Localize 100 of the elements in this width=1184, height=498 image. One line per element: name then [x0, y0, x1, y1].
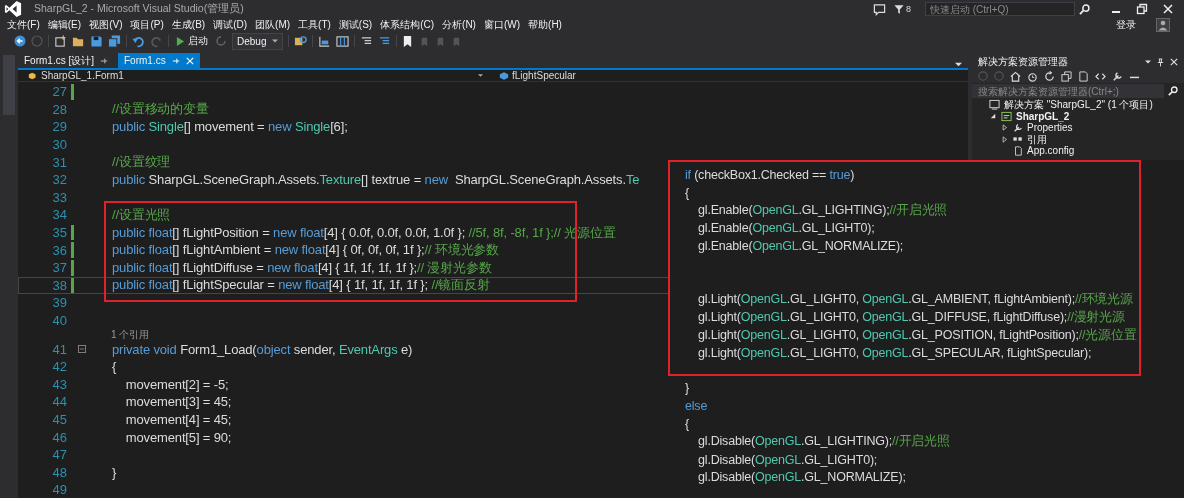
tree-item[interactable]: Properties [1027, 122, 1073, 134]
code-line: gl.Disable(OpenGL.GL_LIGHT0); [697, 452, 878, 467]
window-title: SharpGL_2 - Microsoft Visual Studio(管理员) [34, 2, 244, 16]
tree-item[interactable]: App.config [1027, 145, 1075, 157]
menu-item[interactable]: 测试(S) [338, 18, 373, 32]
sign-in-link[interactable]: 登录 [1116, 18, 1136, 32]
menu-item[interactable]: 工具(T) [298, 18, 331, 32]
code-line: public Single[] movement = new Single[6]; [112, 119, 348, 135]
start-button[interactable]: 启动 [174, 34, 210, 48]
menu-item[interactable]: 文件(F) [7, 18, 40, 32]
code-line: else [685, 399, 708, 414]
line-number: 40 [51, 313, 67, 328]
menu-item[interactable]: 项目(P) [130, 18, 164, 32]
back-icon[interactable] [14, 35, 26, 47]
menu-item[interactable]: 分析(N) [442, 18, 476, 32]
line-number: 48 [51, 464, 67, 480]
line-number: 42 [51, 359, 67, 375]
menu-item[interactable]: 视图(V) [89, 18, 123, 32]
menu-item[interactable]: 窗口(W) [483, 18, 521, 32]
account-icon[interactable] [1156, 18, 1170, 32]
align-icon[interactable] [318, 34, 332, 48]
line-number: 35 [51, 225, 67, 241]
undo-icon[interactable] [132, 34, 145, 48]
code-line: gl.Enable(OpenGL.GL_NORMALIZE); [697, 239, 904, 254]
menu-item[interactable]: 生成(B) [171, 18, 206, 32]
layout-icon[interactable] [336, 34, 350, 48]
tab-list-icon[interactable] [955, 61, 962, 68]
line-number: 37 [51, 260, 67, 276]
line-number: 43 [51, 376, 67, 392]
code-line: gl.Enable(OpenGL.GL_LIGHT0); [697, 221, 875, 236]
code-line: public float[] fLightAmbient = new float[4] { 0f, 0f, 0f, 1f };// 环境光参数 [112, 241, 500, 260]
tree-item[interactable]: 解决方案 "SharpGL_2" (1 个项目) [1004, 99, 1153, 111]
line-number: 45 [51, 412, 67, 427]
menu-item[interactable]: 团队(M) [255, 18, 291, 32]
notification-button[interactable]: 8 [894, 3, 911, 15]
line-number: 33 [51, 189, 67, 205]
line-number: 44 [51, 394, 67, 410]
code-line: if (checkBox1.Checked == true) [685, 167, 855, 182]
code-line: { [685, 185, 689, 200]
line-number: 27 [51, 84, 67, 100]
show-files-icon[interactable] [1078, 70, 1089, 82]
home-icon[interactable] [1010, 70, 1021, 82]
collapse-all-icon[interactable] [1061, 70, 1072, 82]
code-line: { [112, 359, 117, 375]
caret-icon [272, 38, 279, 44]
app-logo-icon [4, 0, 22, 18]
search-icon [1168, 86, 1178, 96]
new-project-icon[interactable] [54, 34, 67, 48]
code-line: } [112, 464, 117, 480]
collapsed-arrow-icon[interactable] [1002, 135, 1008, 143]
expanded-arrow-icon[interactable] [990, 113, 996, 120]
menu-item[interactable]: 帮助(H) [528, 18, 562, 32]
line-number: 29 [51, 119, 67, 135]
pin-icon[interactable] [1157, 57, 1164, 67]
code-line: public float[] fLightSpecular = new float[4] { 1f, 1f, 1f, 1f }; //镜面反射 [112, 276, 490, 295]
collapse-icon[interactable] [78, 345, 86, 354]
caret-icon[interactable] [1145, 59, 1151, 65]
menu-item[interactable]: 编辑(E) [47, 18, 82, 32]
type-dropdown[interactable]: SharpGL_1.Form1 [28, 70, 478, 81]
tree-item[interactable]: 引用 [1027, 133, 1047, 145]
line-number: 49 [51, 482, 67, 498]
collapsed-arrow-icon[interactable] [1002, 124, 1008, 132]
document-tab[interactable]: Form1.cs [设计] [18, 53, 114, 68]
wrench-icon [1013, 122, 1023, 133]
clock-icon[interactable] [1027, 70, 1038, 82]
menu-item[interactable]: 调试(D) [213, 18, 248, 32]
line-number: 41 [51, 341, 67, 357]
filter-icon [894, 3, 904, 15]
close-icon[interactable] [1162, 3, 1174, 15]
feedback-icon[interactable] [873, 2, 886, 16]
line-number: 36 [51, 242, 67, 258]
member-dropdown[interactable]: fLightSpecular [499, 70, 649, 81]
quick-launch-field[interactable]: 快速启动 (Ctrl+Q) [925, 2, 1075, 16]
line-number: 34 [51, 207, 67, 223]
tree-item[interactable]: SharpGL_2 [1016, 110, 1070, 122]
code-line: gl.Disable(OpenGL.GL_NORMALIZE); [697, 470, 906, 485]
restore-icon[interactable] [1136, 3, 1148, 15]
line-number: 38 [51, 277, 67, 293]
wrench-icon[interactable] [1112, 70, 1123, 82]
panel-title: 解决方案资源管理器 [978, 55, 1068, 69]
configuration-dropdown[interactable]: Debug [232, 32, 284, 50]
solution-icon [989, 99, 1000, 111]
bookmark-icon[interactable] [402, 34, 414, 48]
line-number: 30 [51, 137, 67, 153]
code-line: gl.Light(OpenGL.GL_LIGHT0, OpenGL.GL_DIFFUSE, fLightDiffuse);//漫射光源 [697, 308, 1125, 326]
search-field[interactable]: 搜索解决方案资源管理器(Ctrl+;) [972, 84, 1164, 98]
caret-icon[interactable] [478, 73, 483, 78]
code-line: //设置纹理 [112, 153, 171, 172]
config-file-icon [1013, 145, 1023, 156]
line-number: 31 [51, 154, 67, 170]
codelens-reference-count[interactable]: 1 个引用 [111, 329, 150, 341]
code-line: public float[] fLightDiffuse = new float[4] { 1f, 1f, 1f, 1f };// 漫射光参数 [112, 258, 492, 277]
close-icon[interactable] [1170, 58, 1178, 66]
menu-item[interactable]: 体系结构(C) [380, 18, 435, 32]
pin-icon[interactable] [100, 56, 108, 65]
code-line: } [685, 381, 689, 396]
code-line: public SharpGL.SceneGraph.Assets.Texture[] textrue = new SharpGL.SceneGraph.Assets.Te [112, 172, 640, 188]
find-icon[interactable] [294, 34, 308, 48]
save-icon[interactable] [90, 34, 103, 48]
save-all-icon[interactable] [108, 34, 121, 48]
